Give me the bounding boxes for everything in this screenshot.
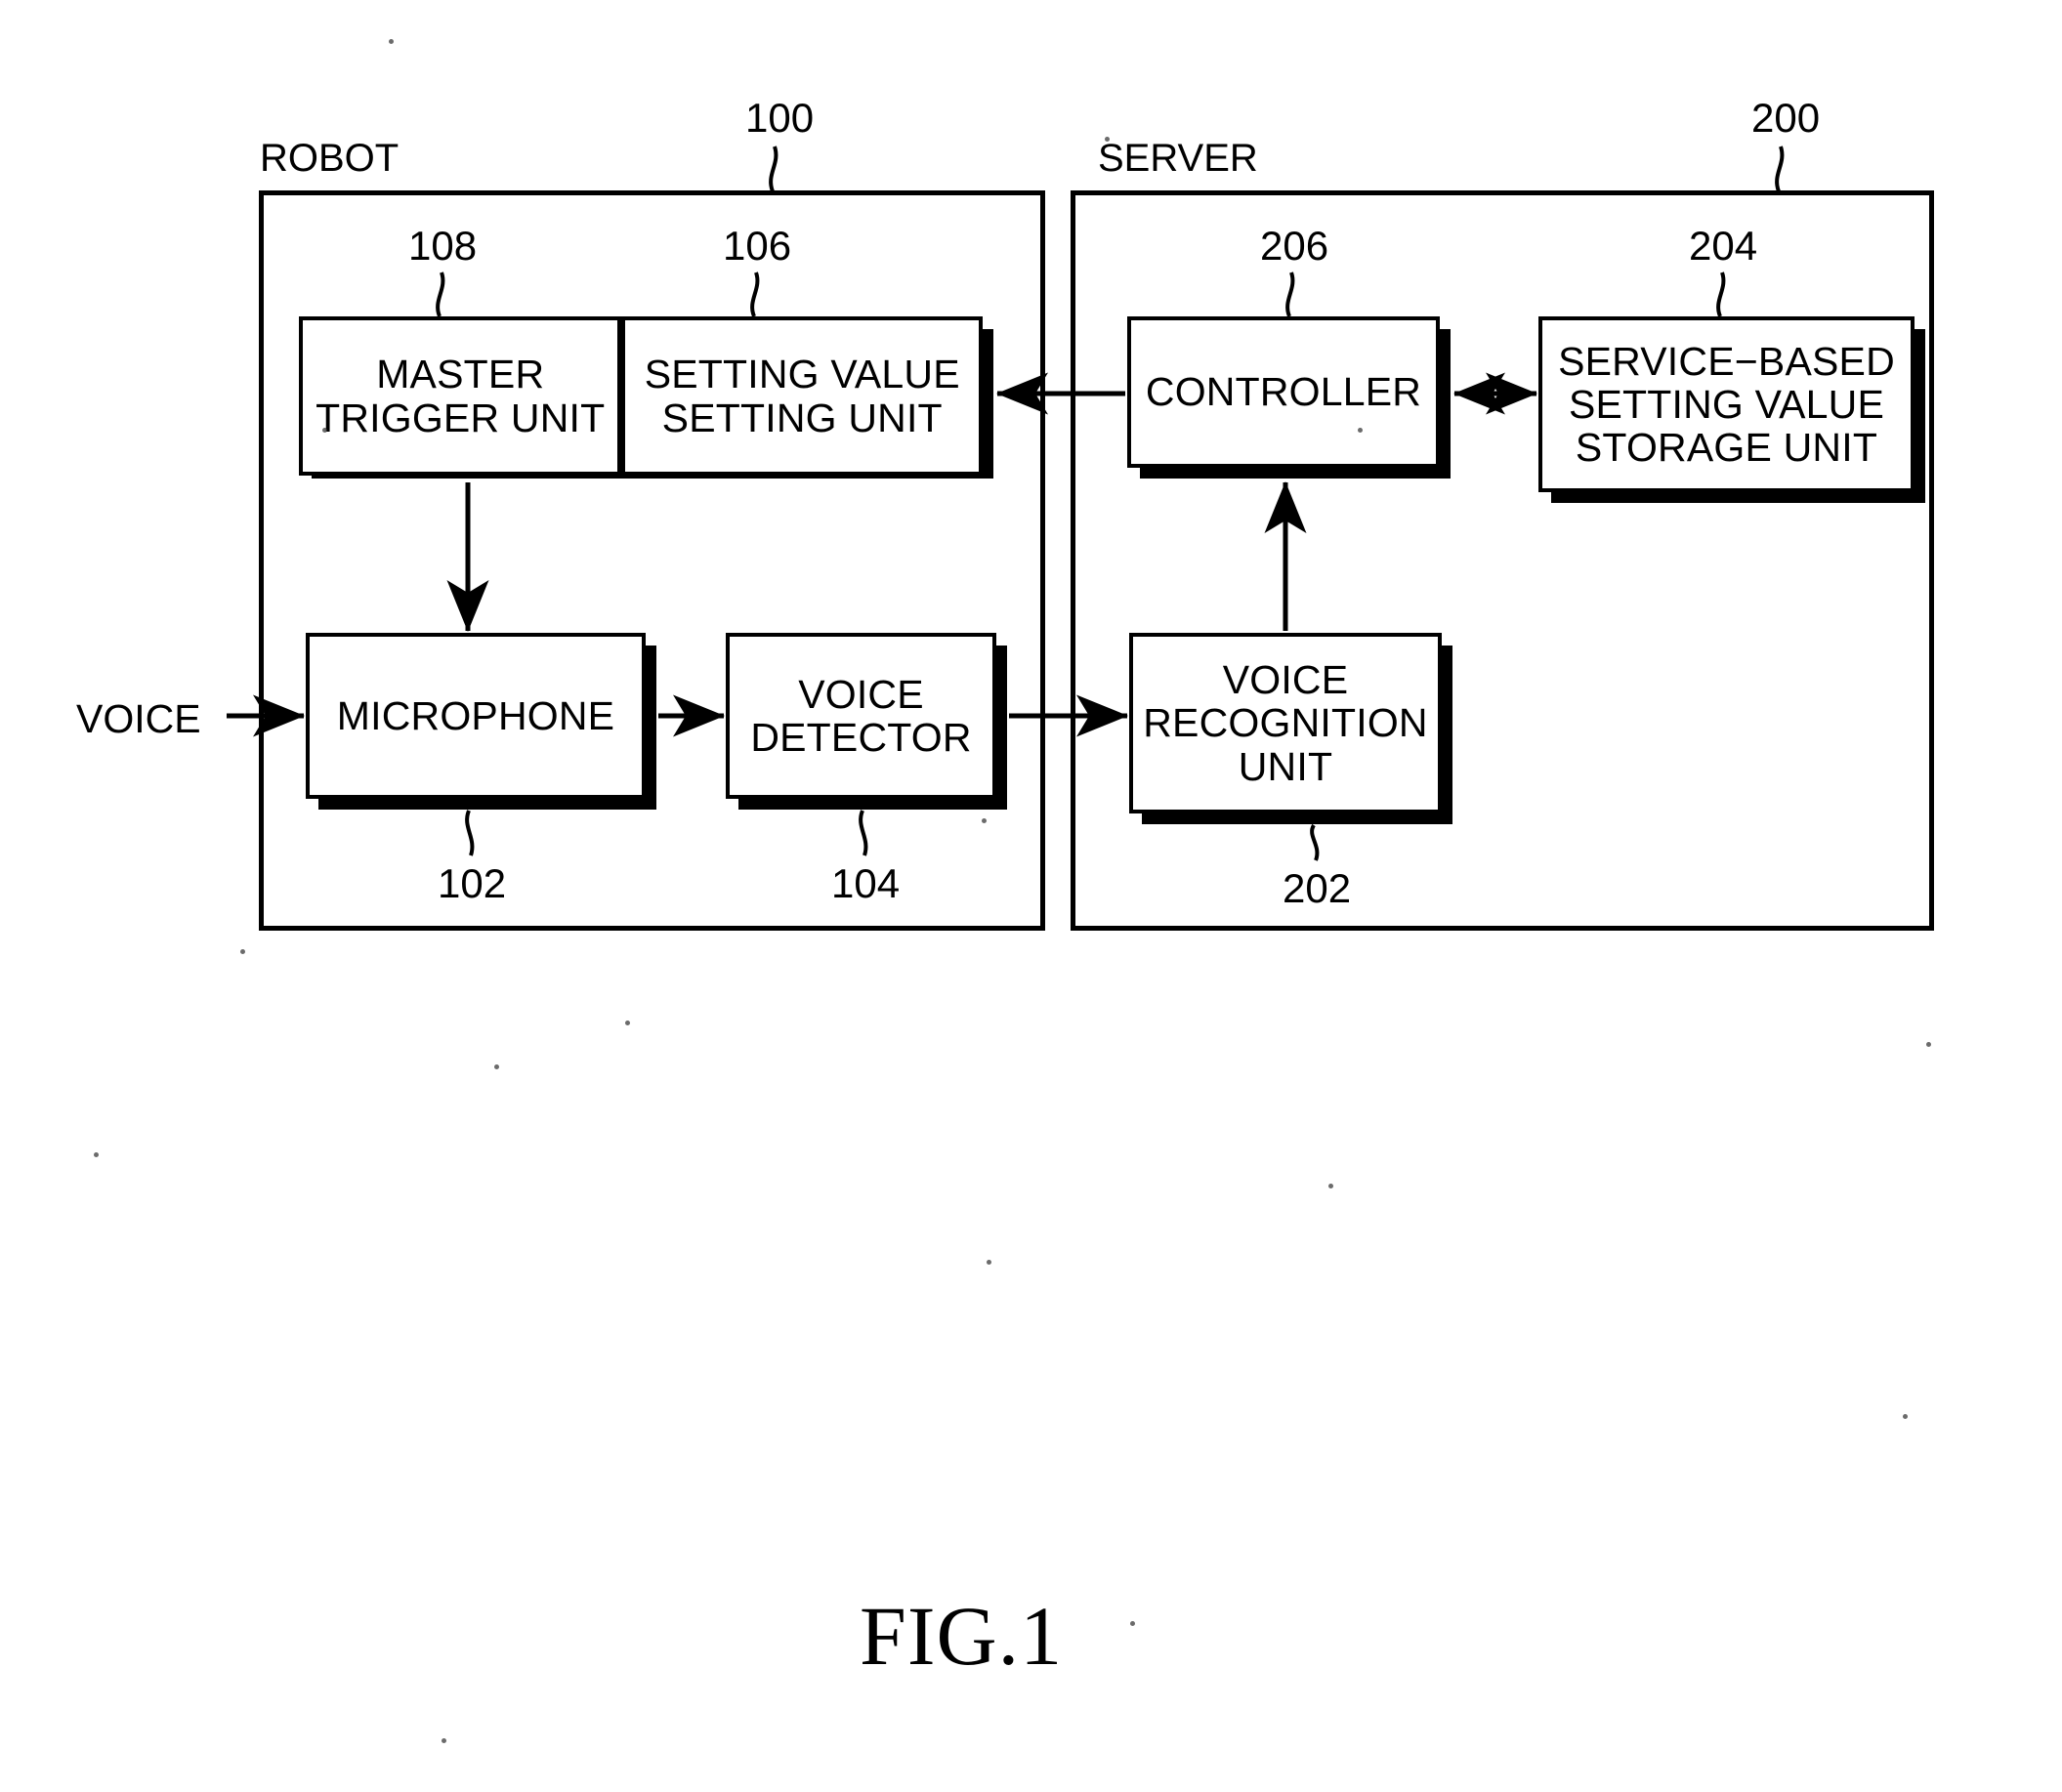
microphone-label: MICROPHONE: [336, 692, 615, 738]
voice-detector-block[interactable]: VOICE DETECTOR: [726, 633, 996, 799]
scan-speck: [1926, 1042, 1931, 1047]
scan-speck: [1328, 1184, 1333, 1188]
controller-block[interactable]: CONTROLLER: [1127, 316, 1440, 468]
voice-detector-label: VOICE DETECTOR: [750, 671, 972, 760]
scan-speck: [240, 949, 245, 954]
ref-number-106: 106: [723, 223, 792, 269]
ref-number-100: 100: [745, 95, 815, 141]
scan-speck: [442, 1738, 446, 1743]
ref-number-108: 108: [408, 223, 478, 269]
setting-value-setting-unit-block[interactable]: SETTING VALUE SETTING UNIT: [621, 316, 983, 476]
leader-line-100: [769, 146, 779, 192]
ref-number-104: 104: [831, 860, 901, 906]
voice-input-label: VOICE: [76, 696, 201, 741]
scan-speck: [1903, 1414, 1908, 1419]
ref-number-102: 102: [438, 860, 507, 906]
ref-number-204: 204: [1689, 223, 1758, 269]
server-container: [1071, 190, 1934, 931]
leader-line-200: [1775, 146, 1785, 192]
scan-speck: [389, 39, 394, 44]
controller-label: CONTROLLER: [1145, 369, 1422, 415]
patent-figure: ROBOT 100 SERVER 200 MASTER TRIGGER UNIT…: [0, 0, 2062, 1792]
scan-speck: [1130, 1621, 1135, 1626]
robot-container: [259, 190, 1045, 931]
robot-container-label: ROBOT: [260, 137, 400, 180]
robot-top-block-pair: MASTER TRIGGER UNIT SETTING VALUE SETTIN…: [299, 316, 983, 476]
server-container-label: SERVER: [1098, 137, 1258, 180]
scan-speck: [1105, 137, 1110, 142]
figure-caption: FIG.1: [860, 1589, 1064, 1683]
ref-number-200: 200: [1751, 95, 1821, 141]
service-based-setting-value-storage-unit-block[interactable]: SERVICE−BASED SETTING VALUE STORAGE UNIT: [1538, 316, 1915, 492]
scan-speck: [982, 818, 987, 823]
ref-number-206: 206: [1260, 223, 1329, 269]
voice-recognition-unit-block[interactable]: VOICE RECOGNITION UNIT: [1129, 633, 1442, 813]
scan-speck: [322, 428, 327, 433]
master-trigger-unit-label: MASTER TRIGGER UNIT: [316, 352, 606, 440]
service-based-setting-value-storage-unit-label: SERVICE−BASED SETTING VALUE STORAGE UNIT: [1558, 338, 1895, 471]
master-trigger-unit-block[interactable]: MASTER TRIGGER UNIT: [299, 316, 622, 476]
scan-speck: [987, 1260, 991, 1265]
scan-speck: [94, 1152, 99, 1157]
scan-speck: [625, 1021, 630, 1025]
microphone-block[interactable]: MICROPHONE: [306, 633, 646, 799]
scan-speck: [494, 1064, 499, 1069]
setting-value-setting-unit-label: SETTING VALUE SETTING UNIT: [644, 352, 960, 440]
voice-recognition-unit-label: VOICE RECOGNITION UNIT: [1143, 657, 1428, 789]
ref-number-202: 202: [1283, 865, 1352, 911]
scan-speck: [1358, 428, 1363, 433]
